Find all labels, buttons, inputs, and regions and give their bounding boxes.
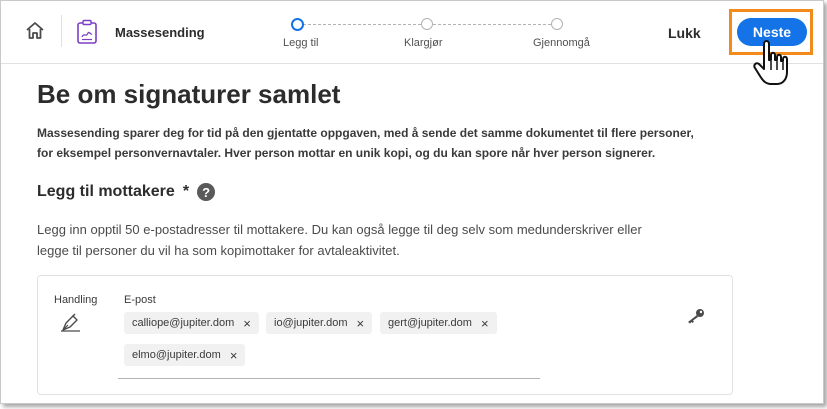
divider: [61, 15, 62, 47]
email-chip: calliope@jupiter.dom ×: [124, 312, 259, 334]
recipient-card: Handling E-post calliope@jupiter.dom × i…: [37, 275, 733, 395]
role-label: Handling: [54, 294, 98, 306]
app-title: Massesending: [115, 25, 205, 40]
intro-line: for eksempel personvernavtaler. Hver per…: [37, 146, 656, 160]
email-input-underline[interactable]: [118, 378, 540, 379]
email-chip: io@jupiter.dom ×: [266, 312, 373, 334]
key-icon[interactable]: [686, 308, 706, 324]
remove-email-icon[interactable]: ×: [230, 348, 238, 363]
required-marker: *: [182, 183, 190, 200]
intro-line: Massesending sparer deg for tid på den g…: [37, 126, 694, 140]
section-heading: Legg til mottakere * ?: [37, 183, 216, 201]
email-chip-text: gert@jupiter.dom: [388, 317, 472, 329]
email-chip-text: calliope@jupiter.dom: [132, 317, 235, 329]
step-dot-legg-til[interactable]: [291, 18, 304, 31]
step-connector: [433, 24, 551, 25]
remove-email-icon[interactable]: ×: [481, 316, 489, 331]
top-bar: Massesending Legg til Klargjør Gjennomgå…: [1, 1, 823, 64]
section-title: Legg til mottakere: [37, 183, 175, 200]
email-chip: elmo@jupiter.dom ×: [124, 344, 246, 366]
email-chip-text: elmo@jupiter.dom: [132, 349, 221, 361]
email-chip-text: io@jupiter.dom: [274, 317, 348, 329]
step-dot-gjennomga[interactable]: [551, 18, 563, 30]
step-dot-klargjor[interactable]: [421, 18, 433, 30]
step-label-klargjor[interactable]: Klargjør: [404, 37, 443, 49]
step-label-gjennomga[interactable]: Gjennomgå: [533, 37, 590, 49]
help-icon[interactable]: ?: [197, 183, 216, 201]
close-button[interactable]: Lukk: [668, 25, 701, 41]
home-icon[interactable]: [25, 21, 45, 41]
page-title: Be om signaturer samlet: [37, 79, 341, 109]
email-label: E-post: [124, 294, 156, 306]
window-frame: Massesending Legg til Klargjør Gjennomgå…: [0, 0, 824, 404]
pen-icon[interactable]: [60, 312, 82, 332]
email-chip: gert@jupiter.dom ×: [380, 312, 497, 334]
step-connector: [303, 24, 421, 25]
intro-text: Massesending sparer deg for tid på den g…: [37, 123, 717, 163]
stepper: Legg til Klargjør Gjennomgå: [281, 17, 611, 53]
remove-email-icon[interactable]: ×: [357, 316, 365, 331]
description-line: legge til personer du vil ha som kopimot…: [37, 243, 400, 258]
remove-email-icon[interactable]: ×: [243, 316, 251, 331]
recipients-description: Legg inn opptil 50 e-postadresser til mo…: [37, 219, 717, 261]
hand-pointer-icon: [753, 40, 788, 85]
step-label-legg-til[interactable]: Legg til: [283, 37, 318, 49]
document-icon: [77, 19, 97, 44]
description-line: Legg inn opptil 50 e-postadresser til mo…: [37, 222, 642, 237]
